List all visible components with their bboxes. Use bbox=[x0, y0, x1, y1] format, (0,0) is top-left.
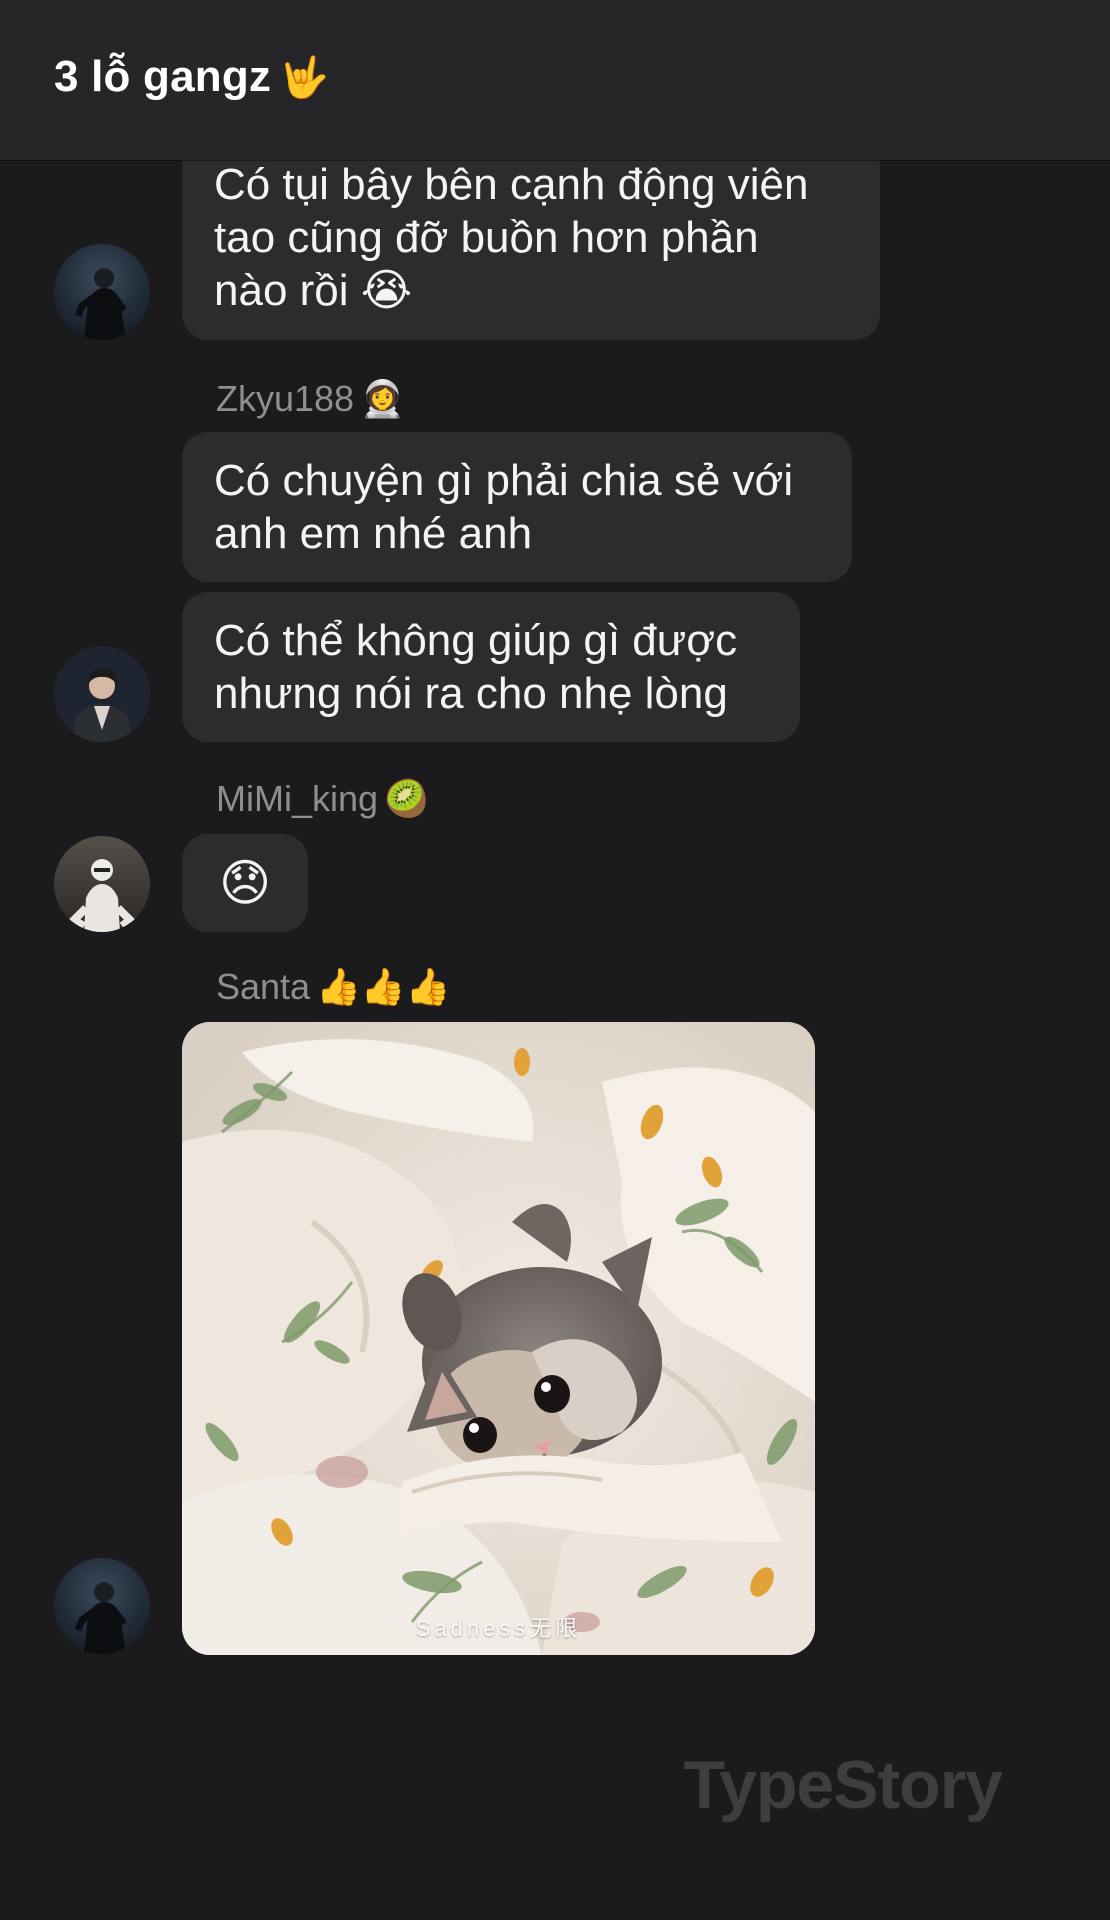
message-text-line: Có thể không giúp gì được bbox=[214, 616, 738, 665]
sender-name[interactable]: Zkyu188 👩‍🚀 bbox=[216, 378, 405, 420]
message-feed[interactable]: Có tụi bây bên cạnh động viên tao cũng đ… bbox=[0, 0, 1110, 1920]
avatar-sender-4[interactable] bbox=[54, 1558, 150, 1654]
message-bubble[interactable]: Có thể không giúp gì được nhưng nói ra c… bbox=[182, 592, 800, 742]
rock-on-emoji: 🤟 bbox=[279, 56, 330, 100]
image-caption: Sadness无限 bbox=[415, 1616, 582, 1641]
avatar-sender-2[interactable] bbox=[54, 646, 150, 742]
kitten-in-blanket-image bbox=[182, 1022, 815, 1655]
chat-title[interactable]: 3 lỗ gangz 🤟 bbox=[54, 52, 329, 102]
message-text-line: Có tụi bây bên cạnh động viên bbox=[214, 160, 809, 209]
message-bubble[interactable]: 😞 bbox=[182, 834, 308, 932]
message-text-line: nào rồi 😭 bbox=[214, 266, 413, 315]
avatar-sender-1[interactable] bbox=[54, 244, 150, 340]
kiwi-emoji: 🥝 bbox=[384, 778, 429, 819]
message-bubble[interactable]: Có chuyện gì phải chia sẻ với anh em nhé… bbox=[182, 432, 852, 582]
avatar-sender-3[interactable] bbox=[54, 836, 150, 932]
astronaut-emoji: 👩‍🚀 bbox=[360, 378, 405, 419]
chat-header: 3 lỗ gangz 🤟 bbox=[0, 0, 1110, 160]
message-text-line: tao cũng đỡ buồn hơn phần bbox=[214, 213, 759, 262]
message-bubble[interactable]: Có tụi bây bên cạnh động viên tao cũng đ… bbox=[182, 140, 880, 340]
sender-name[interactable]: MiMi_king 🥝 bbox=[216, 778, 429, 820]
thumbs-up-emoji: 👍👍👍 bbox=[316, 966, 451, 1007]
sender-name[interactable]: Santa 👍👍👍 bbox=[216, 966, 451, 1008]
disappointed-face-emoji: 😞 bbox=[218, 855, 272, 911]
message-text-line: anh em nhé anh bbox=[214, 509, 533, 558]
message-text-line: Có chuyện gì phải chia sẻ với bbox=[214, 456, 794, 505]
image-message[interactable]: Sadness无限 bbox=[182, 1022, 815, 1655]
message-text-line: nhưng nói ra cho nhẹ lòng bbox=[214, 669, 728, 718]
watermark: TypeStory bbox=[683, 1747, 1003, 1823]
